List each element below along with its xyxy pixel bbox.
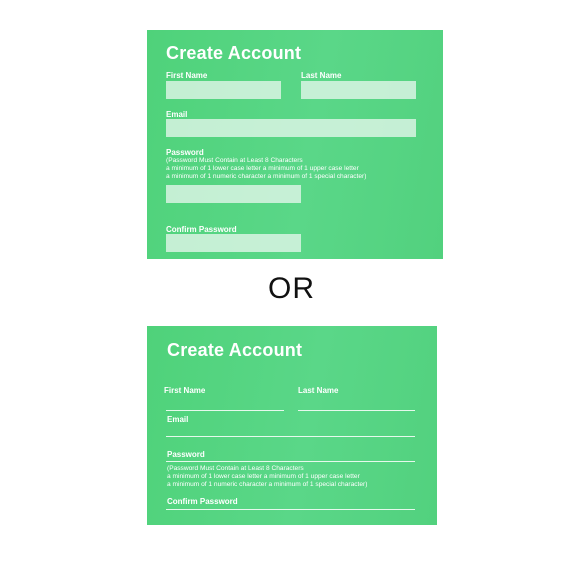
confirm-password-input[interactable] bbox=[166, 509, 415, 510]
confirm-password-label: Confirm Password bbox=[167, 497, 238, 506]
password-rules-line-1: (Password Must Contain at Least 8 Charac… bbox=[166, 157, 303, 164]
email-input[interactable] bbox=[166, 119, 416, 137]
or-separator: OR bbox=[268, 272, 315, 305]
create-account-card-boxed: Create Account First Name Last Name Emai… bbox=[147, 30, 443, 259]
password-input[interactable] bbox=[166, 461, 415, 462]
password-label: Password bbox=[166, 148, 204, 157]
password-label: Password bbox=[167, 450, 205, 459]
last-name-input[interactable] bbox=[301, 81, 416, 99]
password-rules-line-3: a minimum of 1 numeric character a minim… bbox=[166, 173, 367, 180]
password-rules-line-1: (Password Must Contain at Least 8 Charac… bbox=[167, 465, 304, 472]
last-name-label: Last Name bbox=[301, 71, 342, 80]
form-title: Create Account bbox=[167, 340, 303, 360]
first-name-input[interactable] bbox=[166, 410, 284, 411]
email-input[interactable] bbox=[166, 436, 415, 437]
confirm-password-input[interactable] bbox=[166, 234, 301, 252]
last-name-input[interactable] bbox=[298, 410, 415, 411]
first-name-input[interactable] bbox=[166, 81, 281, 99]
email-label: Email bbox=[167, 415, 189, 424]
first-name-label: First Name bbox=[164, 386, 206, 395]
confirm-password-label: Confirm Password bbox=[166, 225, 237, 234]
create-account-card-underlined: Create Account First Name Last Name Emai… bbox=[147, 326, 437, 525]
password-rules-line-2: a minimum of 1 lower case letter a minim… bbox=[166, 165, 359, 172]
last-name-label: Last Name bbox=[298, 386, 339, 395]
password-rules-line-3: a minimum of 1 numeric character a minim… bbox=[167, 481, 368, 488]
password-input[interactable] bbox=[166, 185, 301, 203]
first-name-label: First Name bbox=[166, 71, 208, 80]
form-title: Create Account bbox=[166, 43, 302, 63]
email-label: Email bbox=[166, 110, 188, 119]
password-rules-line-2: a minimum of 1 lower case letter a minim… bbox=[167, 473, 360, 480]
